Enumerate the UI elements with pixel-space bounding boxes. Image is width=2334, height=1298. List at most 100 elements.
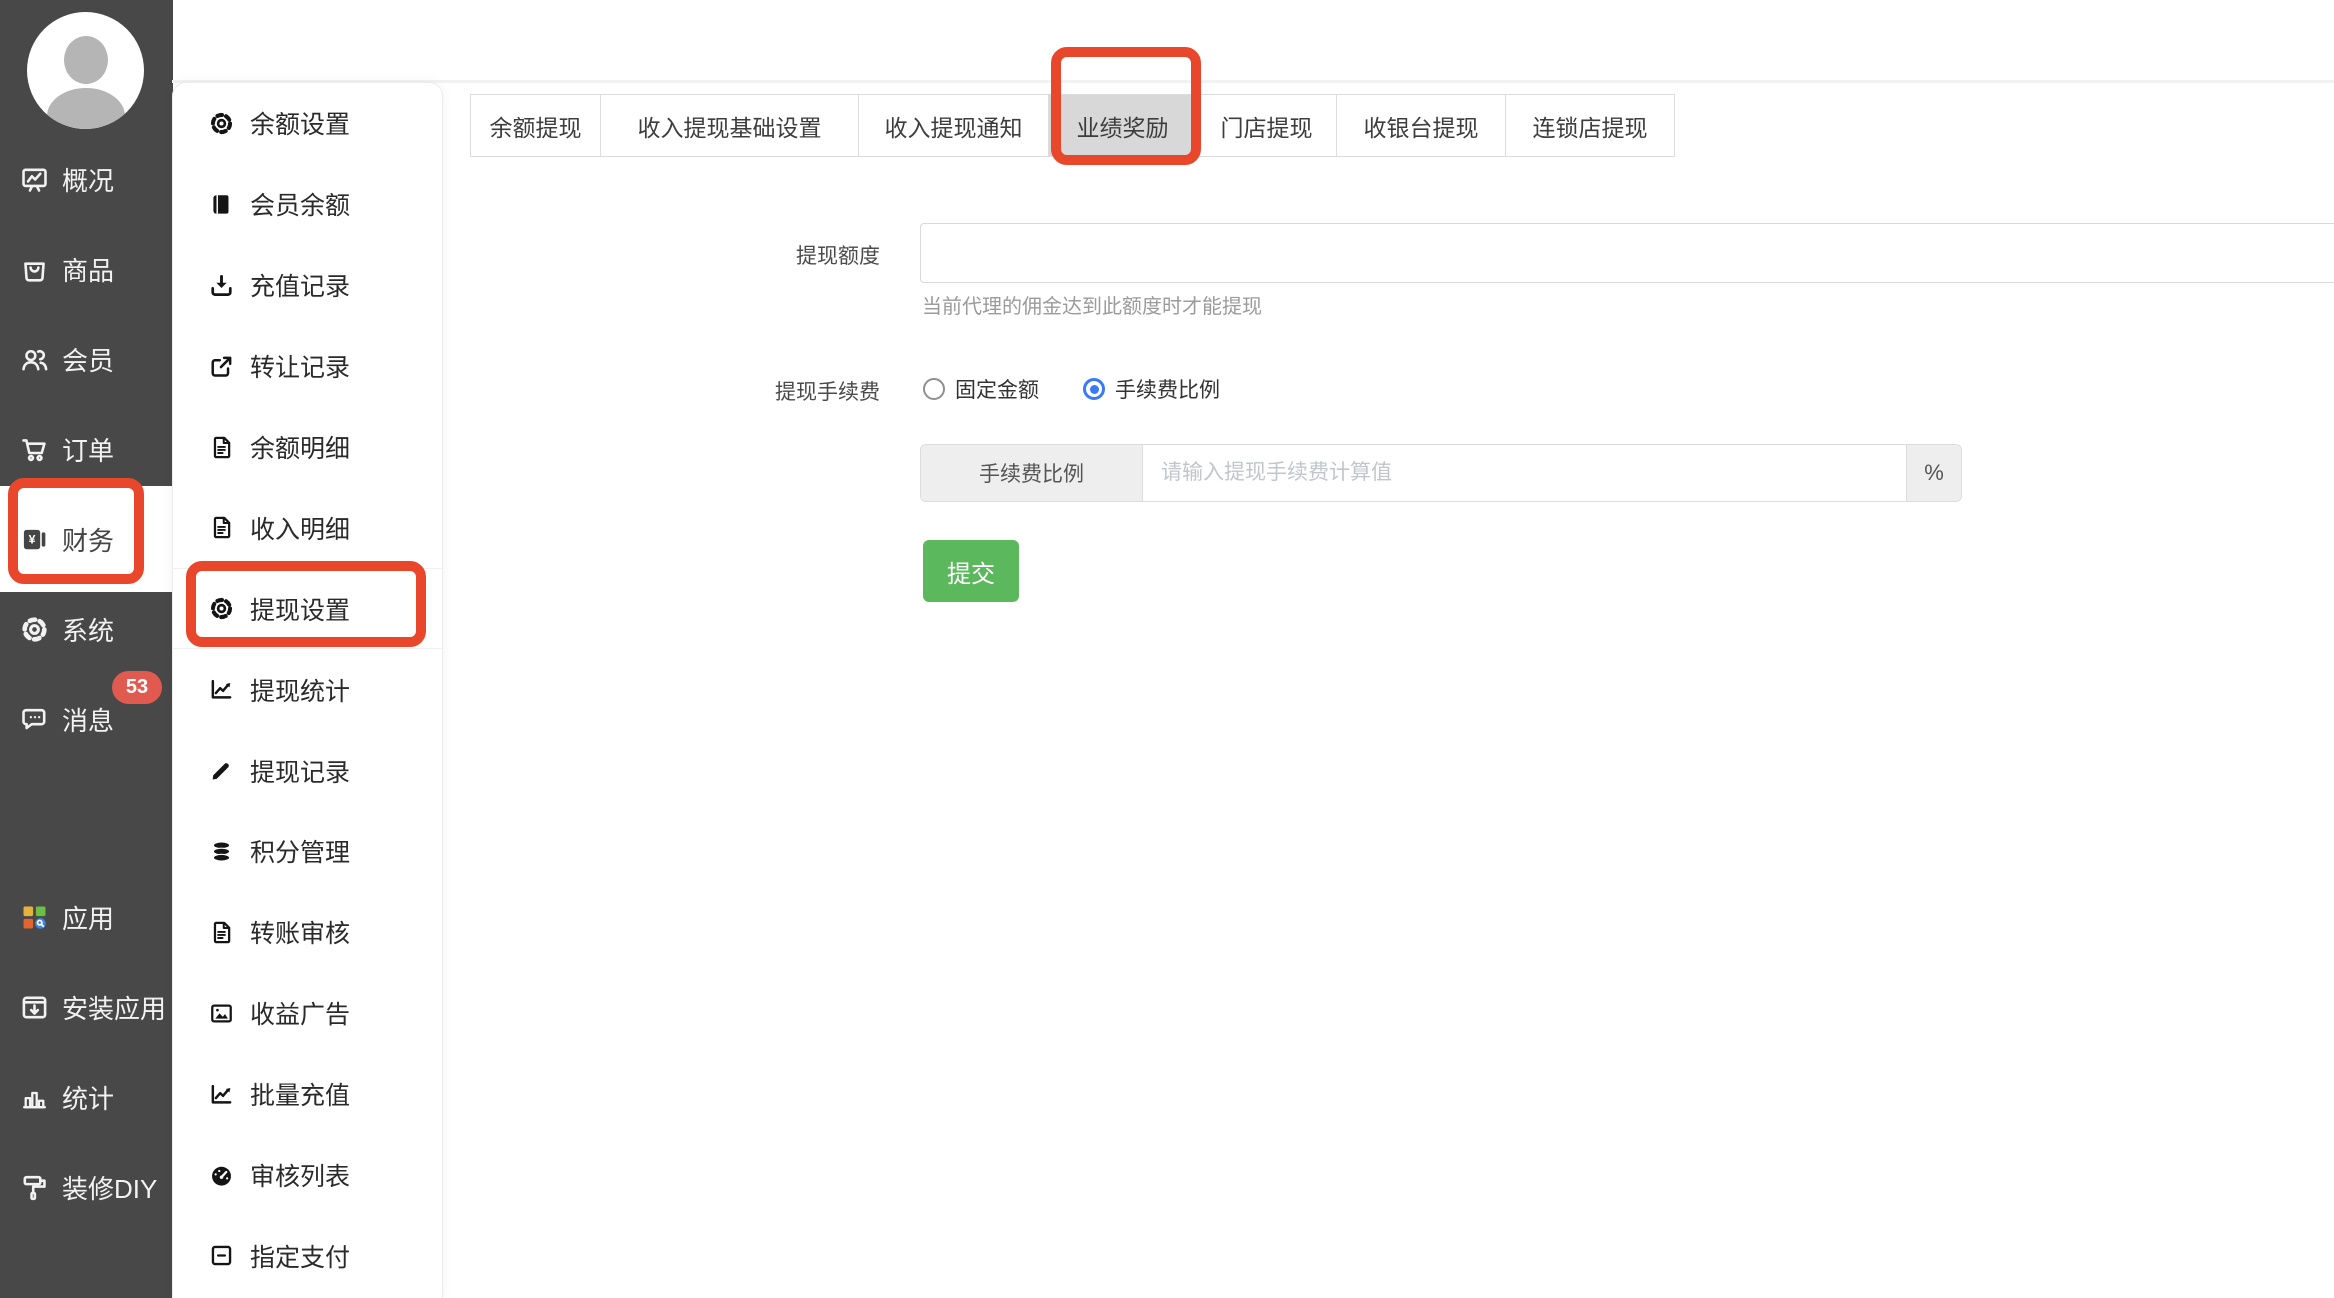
sidebar-item-decorate-diy[interactable]: 装修DIY — [0, 1142, 173, 1232]
submenu-item-transfer-audit[interactable]: 转账审核 — [173, 892, 442, 973]
download-icon — [208, 272, 235, 299]
file-icon — [208, 434, 235, 461]
page: 概况 商品 会员 订单 ¥ 财务 系统 消息 应用 安装应用 统计 装修DIY 53 余额设置 会员余额… — [0, 0, 2334, 1298]
image-icon — [208, 1000, 235, 1027]
sidebar-item-label: 统计 — [62, 1083, 115, 1114]
submit-button[interactable]: 提交 — [923, 540, 1019, 602]
withdraw-tabbar: 余额提现 收入提现基础设置 收入提现通知 业绩奖励 门店提现 收银台提现 连锁店提现 — [470, 94, 1675, 157]
submenu-item-label: 转账审核 — [250, 920, 351, 949]
submenu-item-label: 提现设置 — [250, 596, 351, 625]
submenu-item-balance-detail[interactable]: 余额明细 — [173, 407, 442, 488]
submenu-item-label: 转让记录 — [250, 354, 351, 383]
submenu-item-label: 收益广告 — [250, 1001, 351, 1030]
gear-icon — [208, 595, 235, 622]
sidebar-item-members[interactable]: 会员 — [0, 314, 173, 404]
tab-income-withdraw-basic[interactable]: 收入提现基础设置 — [600, 94, 859, 157]
tab-performance-reward[interactable]: 业绩奖励 — [1048, 94, 1197, 157]
finance-submenu: 余额设置会员余额充值记录转让记录余额明细收入明细提现设置提现统计提现记录积分管理… — [172, 82, 443, 1298]
sidebar-item-statistics[interactable]: 统计 — [0, 1052, 173, 1142]
submenu-item-balance-settings[interactable]: 余额设置 — [173, 83, 442, 164]
tab-store-withdraw[interactable]: 门店提现 — [1196, 94, 1337, 157]
submenu-item-label: 提现统计 — [250, 677, 351, 706]
percent-suffix: % — [1906, 445, 1961, 501]
quota-input[interactable] — [920, 223, 2334, 283]
submenu-item-label: 会员余额 — [250, 192, 351, 221]
messages-badge: 53 — [112, 671, 162, 704]
submenu-item-batch-recharge[interactable]: 批量充值 — [173, 1054, 442, 1135]
svg-text:¥: ¥ — [29, 532, 36, 546]
radio-unchecked-icon[interactable] — [923, 378, 945, 400]
sidebar-item-label: 会员 — [62, 345, 115, 376]
submenu-item-withdraw-records[interactable]: 提现记录 — [173, 730, 442, 811]
book-icon — [208, 191, 235, 218]
sidebar-item-overview[interactable]: 概况 — [0, 134, 173, 224]
fee-ratio-input[interactable] — [1143, 445, 1906, 501]
install-icon — [19, 992, 50, 1023]
sidebar-item-label: 商品 — [62, 255, 115, 286]
gauge-icon — [208, 1162, 235, 1189]
gear-icon — [208, 110, 235, 137]
sidebar-item-label: 应用 — [62, 903, 115, 934]
radio-option-fee-ratio[interactable]: 手续费比例 — [1083, 374, 1220, 404]
fee-type-radio-group: 固定金额 手续费比例 — [923, 368, 1220, 410]
file-icon — [208, 514, 235, 541]
gear-icon — [19, 614, 50, 645]
content-top-divider — [172, 80, 2334, 83]
sidebar-item-label: 装修DIY — [62, 1173, 158, 1204]
tab-cashier-withdraw[interactable]: 收银台提现 — [1336, 94, 1506, 157]
sidebar-item-system[interactable]: 系统 — [0, 584, 173, 674]
tab-chain-store-withdraw[interactable]: 连锁店提现 — [1505, 94, 1675, 157]
sidebar-item-install-apps[interactable]: 安装应用 — [0, 962, 173, 1052]
fee-ratio-input-group: 手续费比例 % — [920, 444, 1962, 502]
sidebar-item-label: 系统 — [62, 615, 115, 646]
quota-label: 提现额度 — [796, 245, 880, 268]
file-icon — [208, 919, 235, 946]
submenu-item-label: 审核列表 — [250, 1163, 351, 1192]
database-icon — [208, 838, 235, 865]
users-icon — [19, 344, 50, 375]
sidebar-item-apps[interactable]: 应用 — [0, 872, 173, 962]
sidebar-item-label: 订单 — [62, 435, 115, 466]
sidebar-item-orders[interactable]: 订单 — [0, 404, 173, 494]
chat-icon — [19, 704, 50, 735]
submenu-item-points-management[interactable]: 积分管理 — [173, 811, 442, 892]
submenu-item-label: 指定支付 — [250, 1243, 351, 1272]
submenu-item-revenue-ads[interactable]: 收益广告 — [173, 973, 442, 1054]
submenu-item-label: 积分管理 — [250, 839, 351, 868]
bars-icon — [19, 1082, 50, 1113]
cart-icon — [19, 434, 50, 465]
submenu-item-label: 收入明细 — [250, 515, 351, 544]
sidebar-item-goods[interactable]: 商品 — [0, 224, 173, 314]
submenu-item-member-balance[interactable]: 会员余额 — [173, 164, 442, 245]
submenu-item-audit-list[interactable]: 审核列表 — [173, 1135, 442, 1216]
external-icon — [208, 353, 235, 380]
submenu-item-withdraw-settings[interactable]: 提现设置 — [173, 568, 442, 650]
submenu-item-income-detail[interactable]: 收入明细 — [173, 487, 442, 568]
bag-icon — [19, 254, 50, 285]
fee-label: 提现手续费 — [775, 381, 880, 404]
avatar-person-icon — [63, 36, 108, 84]
pencil-icon — [208, 757, 235, 784]
submenu-item-transfer-records[interactable]: 转让记录 — [173, 326, 442, 407]
submenu-item-designated-payment[interactable]: 指定支付 — [173, 1215, 442, 1296]
grid-icon — [19, 902, 50, 933]
sidebar-item-label: 消息 — [62, 705, 115, 736]
sidebar-item-label: 安装应用 — [62, 993, 167, 1024]
monitor-icon — [19, 164, 50, 195]
minus-square-icon — [208, 1242, 235, 1269]
submenu-item-withdraw-stats[interactable]: 提现统计 — [173, 649, 442, 730]
submenu-item-label: 余额设置 — [250, 111, 351, 140]
wallet-icon: ¥ — [19, 524, 50, 555]
sidebar-item-finance[interactable]: ¥ 财务 — [0, 486, 173, 592]
user-avatar[interactable] — [27, 12, 144, 129]
radio-checked-icon[interactable] — [1083, 378, 1105, 400]
tab-income-withdraw-notice[interactable]: 收入提现通知 — [858, 94, 1049, 157]
tab-balance-withdraw[interactable]: 余额提现 — [470, 94, 601, 157]
chart-icon — [208, 676, 235, 703]
submenu-item-label: 余额明细 — [250, 435, 351, 463]
fee-ratio-addon-label: 手续费比例 — [921, 445, 1143, 501]
fee-ratio-label: 手续费比例 — [1115, 379, 1220, 402]
radio-option-fixed-amount[interactable]: 固定金额 — [923, 374, 1039, 404]
primary-sidebar: 概况商品会员订单 ¥ 财务系统消息应用安装应用统计装修DIY — [0, 0, 173, 1298]
submenu-item-recharge-records[interactable]: 充值记录 — [173, 245, 442, 326]
